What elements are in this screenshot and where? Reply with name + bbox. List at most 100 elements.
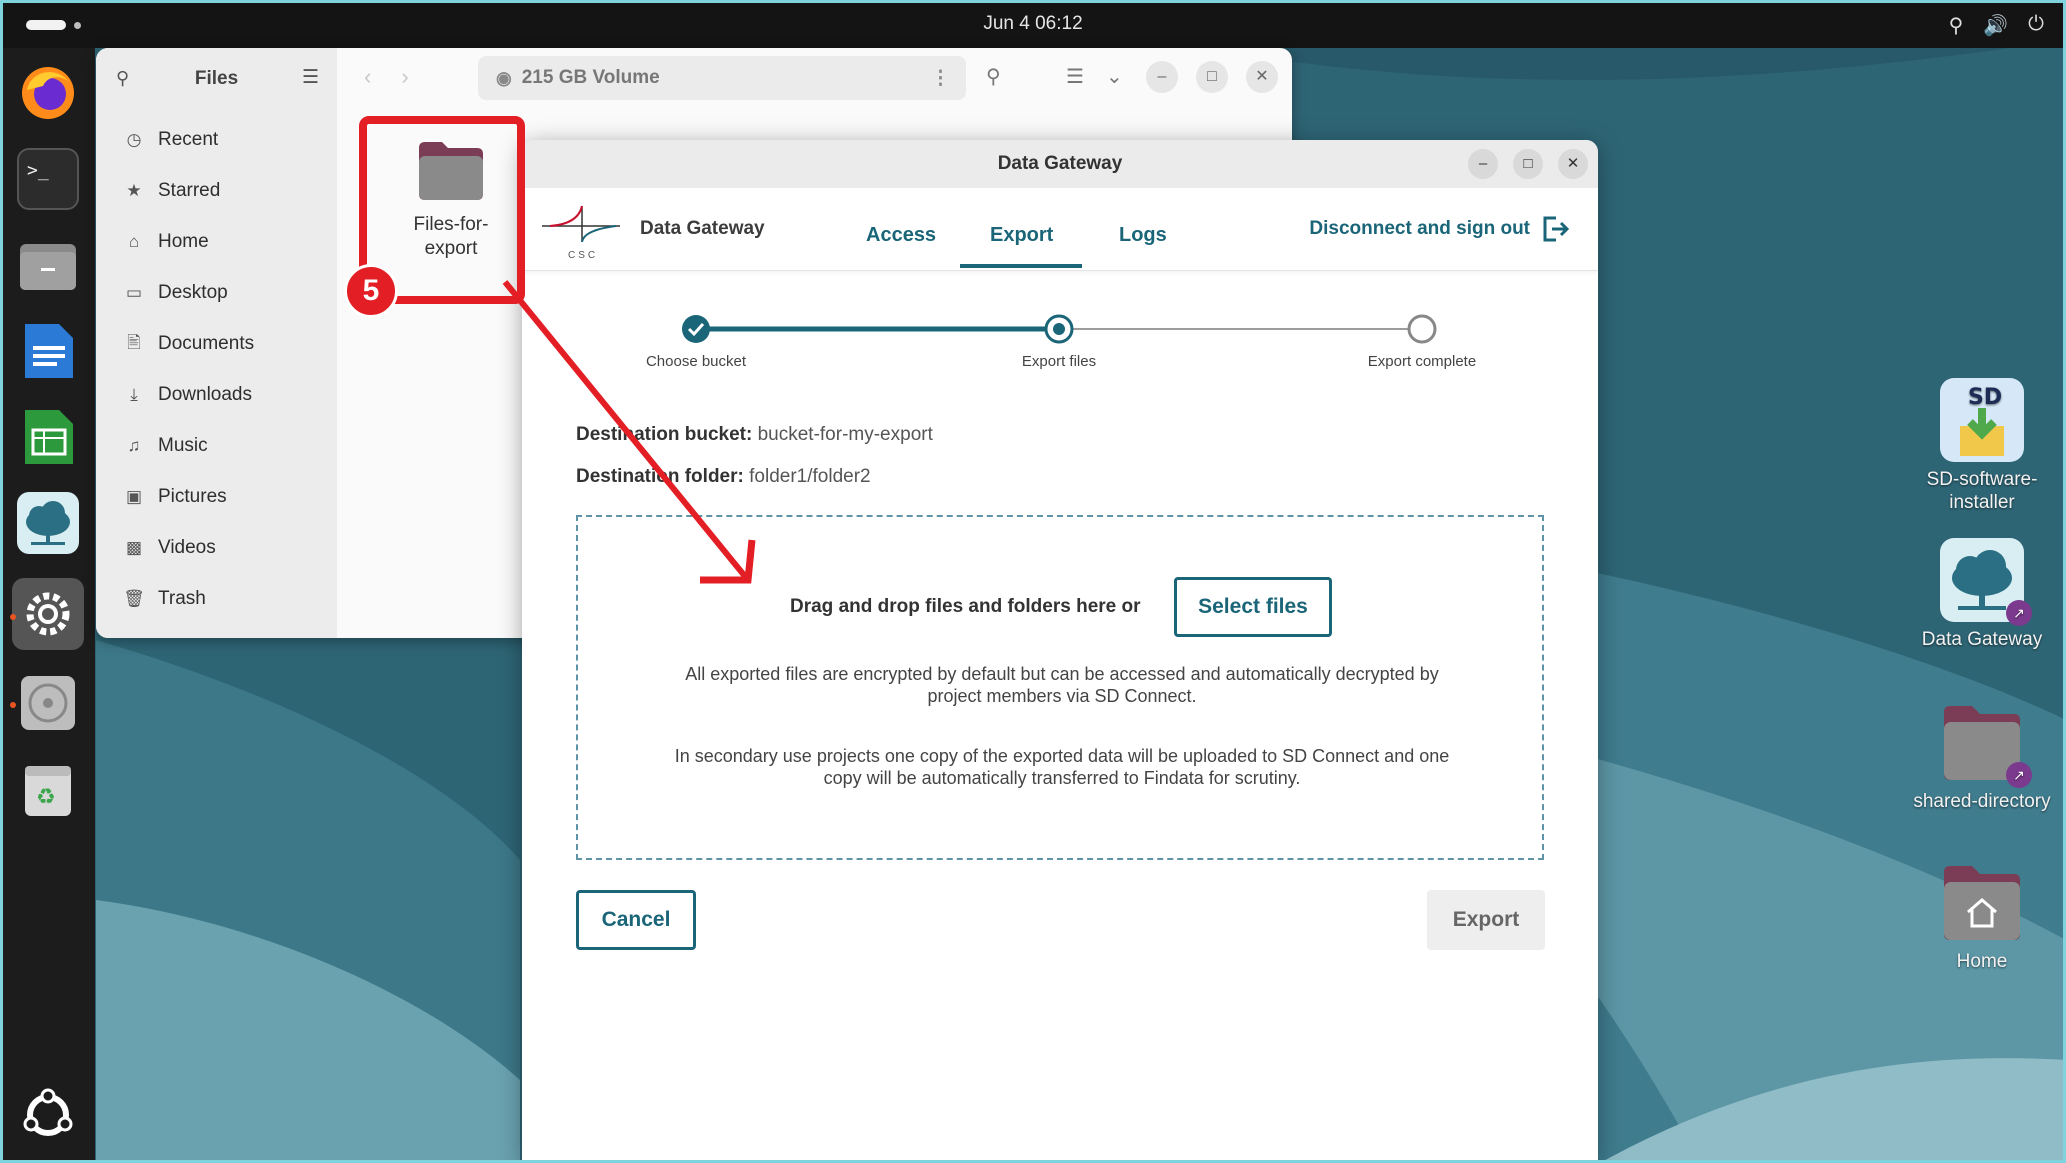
running-indicator [10,614,16,620]
data-gateway-icon[interactable] [17,492,79,554]
sidebar-item-label: Downloads [158,384,252,405]
desktop-icon-label: installer [1949,492,2015,513]
sidebar-item-label: Documents [158,333,255,354]
step-current-icon [1044,314,1074,344]
top-bar: Jun 4 06:12 ⚲ 🔊 ⏻ [0,0,2066,48]
firefox-icon[interactable] [17,60,79,122]
power-icon[interactable]: ⏻ [2028,13,2044,38]
destination-folder: Destination folder: folder1/folder2 [576,466,871,488]
volume-icon[interactable]: 🔊 [1983,13,2008,38]
dialog-titlebar: Data Gateway [522,140,1598,188]
active-tab-indicator [960,264,1082,268]
navigation-arrows[interactable]: ‹› [364,64,439,90]
close-button[interactable]: ✕ [1558,149,1588,179]
step-label-export-complete: Export complete [1367,353,1477,370]
sidebar-item-starred[interactable]: ★ Starred [122,173,220,209]
network-icon[interactable]: ⚲ [1949,13,1964,38]
drop-zone[interactable]: Drag and drop files and folders here or … [576,515,1544,860]
settings-icon[interactable] [12,578,84,650]
data-gateway-window: Data Gateway – □ ✕ CSC Data Gateway Acce… [522,140,1598,1163]
shortcut-arrow-icon: ↗ [2006,762,2032,788]
desktop-icon-data-gateway[interactable]: ↗ Data Gateway [1902,536,2062,651]
sidebar-item-label: Home [158,231,209,252]
svg-text:♻: ♻ [36,785,56,810]
trash-icon[interactable]: ♻ [17,758,79,820]
sidebar-item-trash[interactable]: 🗑 Trash [122,581,206,617]
forward-icon[interactable]: › [401,64,438,89]
menu-icon[interactable]: ☰ [302,66,319,89]
document-icon: 🖹 [127,332,141,352]
desktop-icon-sd-software-installer[interactable]: SD SD-software-installer [1902,376,2062,514]
download-icon: ⤓ [130,385,138,404]
desktop-icon-home[interactable]: Home [1902,858,2062,973]
system-tray[interactable]: ⚲ 🔊 ⏻ [1949,13,2044,38]
sidebar-item-label: Recent [158,129,219,150]
drop-zone-text: Drag and drop files and folders here or [790,596,1141,617]
minimize-button[interactable]: – [1146,61,1178,93]
sidebar-item-desktop[interactable]: ▭ Desktop [122,275,228,311]
desktop-icon-shared-directory[interactable]: ↗ shared-directory [1902,698,2062,813]
back-icon[interactable]: ‹ [364,64,401,89]
sidebar-item-label: Desktop [158,282,228,303]
view-list-icon[interactable]: ☰ [1066,64,1084,89]
sidebar-item-label: Pictures [158,486,227,507]
minimize-button[interactable]: – [1468,149,1498,179]
desktop-icon-label: shared-directory [1913,791,2051,812]
disk-icon: ◉ [496,67,512,88]
disc-icon[interactable] [17,672,79,734]
sidebar-item-home[interactable]: ⌂ Home [122,224,209,260]
kebab-menu-icon[interactable]: ⋮ [931,67,950,90]
maximize-button[interactable]: □ [1196,61,1228,93]
writer-icon[interactable] [17,320,79,382]
clock[interactable]: Jun 4 06:12 [0,13,2066,35]
path-label: 215 GB Volume [521,67,660,88]
show-apps-icon[interactable] [17,1084,79,1146]
terminal-icon[interactable]: >_ [17,148,79,210]
maximize-button[interactable]: □ [1513,149,1543,179]
desktop-icon-label: SD-software- [1926,469,2038,490]
step-done-icon [682,315,710,343]
sidebar-item-label: Starred [158,180,221,201]
files-sidebar: ⚲ Files ☰ ◷ Recent ★ Starred ⌂ Home ▭ Deskto… [96,48,337,638]
desktop-icon-label: Data Gateway [1921,629,2043,650]
trash-icon: 🗑 [123,589,145,608]
files-icon[interactable] [17,234,79,296]
signout-button[interactable]: Disconnect and sign out [1309,216,1570,242]
dock: >_ ♻ [0,48,95,1163]
sidebar-item-music[interactable]: ♫ Music [122,428,208,464]
close-button[interactable]: ✕ [1246,61,1278,93]
destination-bucket: Destination bucket: bucket-for-my-export [576,424,933,446]
sidebar-item-videos[interactable]: ▩ Videos [122,530,216,566]
secondary-use-note: In secondary use projects one copy of th… [674,746,1450,788]
sidebar-item-downloads[interactable]: ⤓ Downloads [122,377,252,413]
sidebar-item-documents[interactable]: 🖹 Documents [122,326,254,362]
step-label-choose-bucket: Choose bucket [645,353,747,370]
tab-logs[interactable]: Logs [1119,224,1167,247]
sidebar-item-pictures[interactable]: ▣ Pictures [122,479,227,515]
cancel-button[interactable]: Cancel [576,890,696,950]
clock-icon: ◷ [126,130,142,149]
path-bar[interactable]: ◉ 215 GB Volume ⋮ [478,56,966,100]
destination-bucket-label: Destination bucket: [576,424,753,445]
sidebar-item-label: Trash [158,588,206,609]
chevron-down-icon[interactable]: ⌄ [1106,64,1123,89]
shortcut-arrow-icon: ↗ [2006,600,2032,626]
destination-bucket-value: bucket-for-my-export [757,424,933,445]
tab-export[interactable]: Export [990,224,1053,247]
folder-icon: ↗ [1938,698,2032,788]
logout-icon [1543,216,1570,242]
export-button[interactable]: Export [1427,890,1545,950]
installer-icon: SD [1938,376,2026,464]
sidebar-item-label: Music [158,435,208,456]
search-folder-icon[interactable]: ⚲ [986,64,1001,89]
running-indicator [10,702,16,708]
music-icon: ♫ [127,436,141,455]
select-files-button[interactable]: Select files [1174,577,1332,637]
brand-name: Data Gateway [640,218,765,239]
svg-text:SD: SD [1968,385,2002,410]
sidebar-item-recent[interactable]: ◷ Recent [122,122,219,158]
step-number-badge: 5 [344,264,398,318]
calc-icon[interactable] [17,406,79,468]
tab-access[interactable]: Access [866,224,936,247]
home-folder-icon [1938,858,2026,946]
